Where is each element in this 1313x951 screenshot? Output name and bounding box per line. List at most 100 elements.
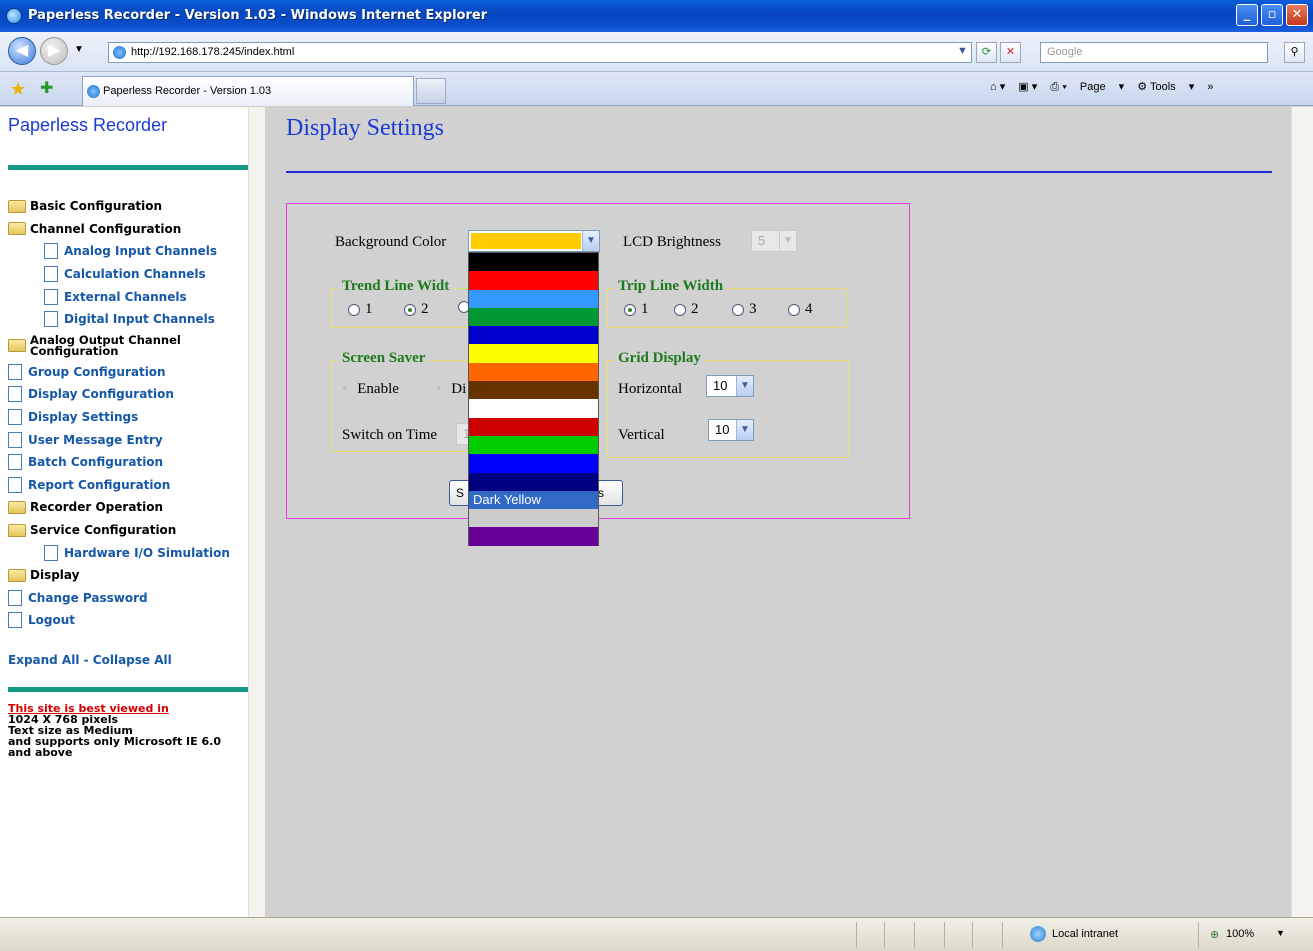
forward-button[interactable]: ▶ (40, 37, 68, 65)
content-scrollbar[interactable] (1291, 107, 1313, 917)
print-icon[interactable]: ⎙ ▾ (1050, 81, 1066, 93)
color-option[interactable] (469, 381, 598, 400)
minimize-button[interactable]: _ (1236, 4, 1258, 26)
page-menu[interactable]: Page ▾ (1080, 81, 1124, 93)
color-option[interactable] (469, 307, 598, 327)
trend-option-label: 1 (365, 301, 373, 317)
zoom-level[interactable]: 100% (1226, 928, 1254, 940)
trip-radio-1[interactable]: 1 (624, 301, 649, 318)
tab-favicon-icon (87, 85, 100, 98)
lcd-brightness-select[interactable]: 5 ▼ (751, 230, 797, 252)
divider (8, 687, 248, 692)
trip-option-label: 4 (805, 301, 813, 317)
color-option[interactable] (469, 527, 598, 546)
sidebar-item[interactable]: Hardware I/O Simulation (8, 541, 244, 564)
color-option[interactable] (469, 344, 598, 363)
add-favorites-icon[interactable]: ✚ (40, 80, 53, 98)
color-option[interactable] (469, 435, 598, 455)
folder-icon (8, 500, 26, 514)
sidebar-item[interactable]: Display Settings (8, 406, 244, 429)
sidebar-item-label: Digital Input Channels (64, 312, 215, 327)
radio-disabled-dot: • (436, 381, 442, 397)
vertical-label: Vertical (618, 427, 665, 443)
sidebar-item[interactable]: Report Configuration (8, 474, 244, 497)
color-option[interactable] (469, 362, 598, 382)
window-title: Paperless Recorder - Version 1.03 - Wind… (28, 8, 488, 23)
url-input[interactable]: http://192.168.178.245/index.html (108, 42, 972, 63)
background-color-select[interactable]: ▼ (468, 230, 600, 252)
sidebar-item[interactable]: Change Password (8, 587, 244, 610)
home-icon[interactable]: ⌂ ▾ (990, 81, 1005, 93)
address-bar: ◀ ▶ ▼ http://192.168.178.245/index.html … (0, 32, 1313, 72)
sidebar-item[interactable]: Group Configuration (8, 361, 244, 384)
browser-tab[interactable]: Paperless Recorder - Version 1.03 (82, 76, 414, 106)
horizontal-grid-select[interactable]: 10 ▼ (706, 375, 754, 397)
sidebar-item[interactable]: Digital Input Channels (8, 308, 244, 331)
sidebar-item-label: Display (30, 568, 80, 583)
sidebar-item[interactable]: External Channels (8, 285, 244, 308)
close-button[interactable]: ✕ (1286, 4, 1308, 26)
sidebar-item[interactable]: Channel Configuration (8, 218, 244, 241)
color-option[interactable] (469, 253, 598, 272)
tab-bar: ★ ✚ Paperless Recorder - Version 1.03 ⌂ … (0, 72, 1313, 106)
chevron-right-icon[interactable]: » (1207, 81, 1213, 93)
color-option[interactable] (469, 399, 598, 418)
sidebar-item[interactable]: Recorder Operation (8, 496, 244, 519)
tools-menu[interactable]: ⚙ Tools ▾ (1137, 81, 1194, 93)
expand-collapse-link[interactable]: Expand All - Collapse All (8, 653, 172, 667)
trip-radio-3[interactable]: 3 (732, 301, 757, 318)
maximize-button[interactable]: ▫ (1261, 4, 1283, 26)
sidebar-item-label: Group Configuration (28, 364, 166, 379)
color-option[interactable] (469, 326, 598, 345)
trend-line-width-group: Trend Line Widt 1 2 (331, 278, 471, 328)
screen-saver-enable-radio[interactable]: • Enable (342, 381, 399, 398)
trip-radio-4[interactable]: 4 (788, 301, 813, 318)
color-option[interactable] (469, 472, 598, 491)
search-icon[interactable]: ⚲ (1284, 42, 1305, 63)
favorites-star-icon[interactable]: ★ (10, 80, 26, 98)
sidebar-item-label: Report Configuration (28, 477, 171, 492)
stop-icon[interactable]: ✕ (1000, 42, 1021, 63)
url-dropdown-icon[interactable]: ▼ (952, 42, 973, 63)
sidebar-scrollbar[interactable] (248, 107, 265, 917)
search-input[interactable]: Google (1040, 42, 1268, 63)
sidebar-item[interactable]: Basic Configuration (8, 195, 244, 218)
background-color-dropdown-list[interactable]: Dark Yellow (468, 252, 599, 546)
vertical-grid-select[interactable]: 10 ▼ (708, 419, 754, 441)
feeds-icon[interactable]: ▣ ▾ (1018, 81, 1037, 93)
sidebar-item[interactable]: Analog Output Channel Configuration (8, 331, 244, 361)
selected-color-swatch (471, 233, 581, 249)
tab-label: Paperless Recorder - Version 1.03 (103, 85, 272, 97)
new-tab-button[interactable] (416, 78, 446, 104)
color-option[interactable]: Dark Yellow (469, 490, 598, 510)
recent-pages-dropdown-icon[interactable]: ▼ (74, 44, 84, 55)
sidebar-item[interactable]: User Message Entry (8, 428, 244, 451)
sidebar-item[interactable]: Analog Input Channels (8, 240, 244, 263)
sidebar-item[interactable]: Calculation Channels (8, 263, 244, 286)
folder-icon (8, 199, 26, 213)
color-option[interactable] (469, 417, 598, 436)
status-bar: Local intranet ⊕ 100% ▼ (0, 917, 1313, 951)
trend-radio-1[interactable]: 1 (348, 301, 373, 318)
screen-saver-disable-radio[interactable]: • Di (436, 381, 466, 398)
refresh-icon[interactable]: ⟳ (976, 42, 997, 63)
color-option[interactable] (469, 454, 598, 473)
sidebar-item[interactable]: Display (8, 564, 244, 587)
color-option[interactable] (469, 289, 598, 308)
sidebar-item-label: Basic Configuration (30, 199, 163, 214)
sidebar-item[interactable]: Service Configuration (8, 519, 244, 542)
sidebar-item[interactable]: Logout (8, 609, 244, 632)
chevron-down-icon: ▼ (736, 420, 753, 440)
sidebar-item-label: Batch Configuration (28, 455, 164, 470)
trip-radio-2[interactable]: 2 (674, 301, 699, 318)
color-option[interactable] (469, 271, 598, 290)
sidebar-item-label: Service Configuration (30, 523, 177, 538)
back-button[interactable]: ◀ (8, 37, 36, 65)
zoom-icon[interactable]: ⊕ (1210, 928, 1219, 941)
enable-label: Enable (357, 381, 399, 397)
color-option[interactable] (469, 509, 598, 528)
zoom-dropdown-icon[interactable]: ▼ (1276, 928, 1285, 938)
sidebar-item[interactable]: Display Configuration (8, 383, 244, 406)
sidebar-item[interactable]: Batch Configuration (8, 451, 244, 474)
trend-radio-2[interactable]: 2 (404, 301, 429, 318)
